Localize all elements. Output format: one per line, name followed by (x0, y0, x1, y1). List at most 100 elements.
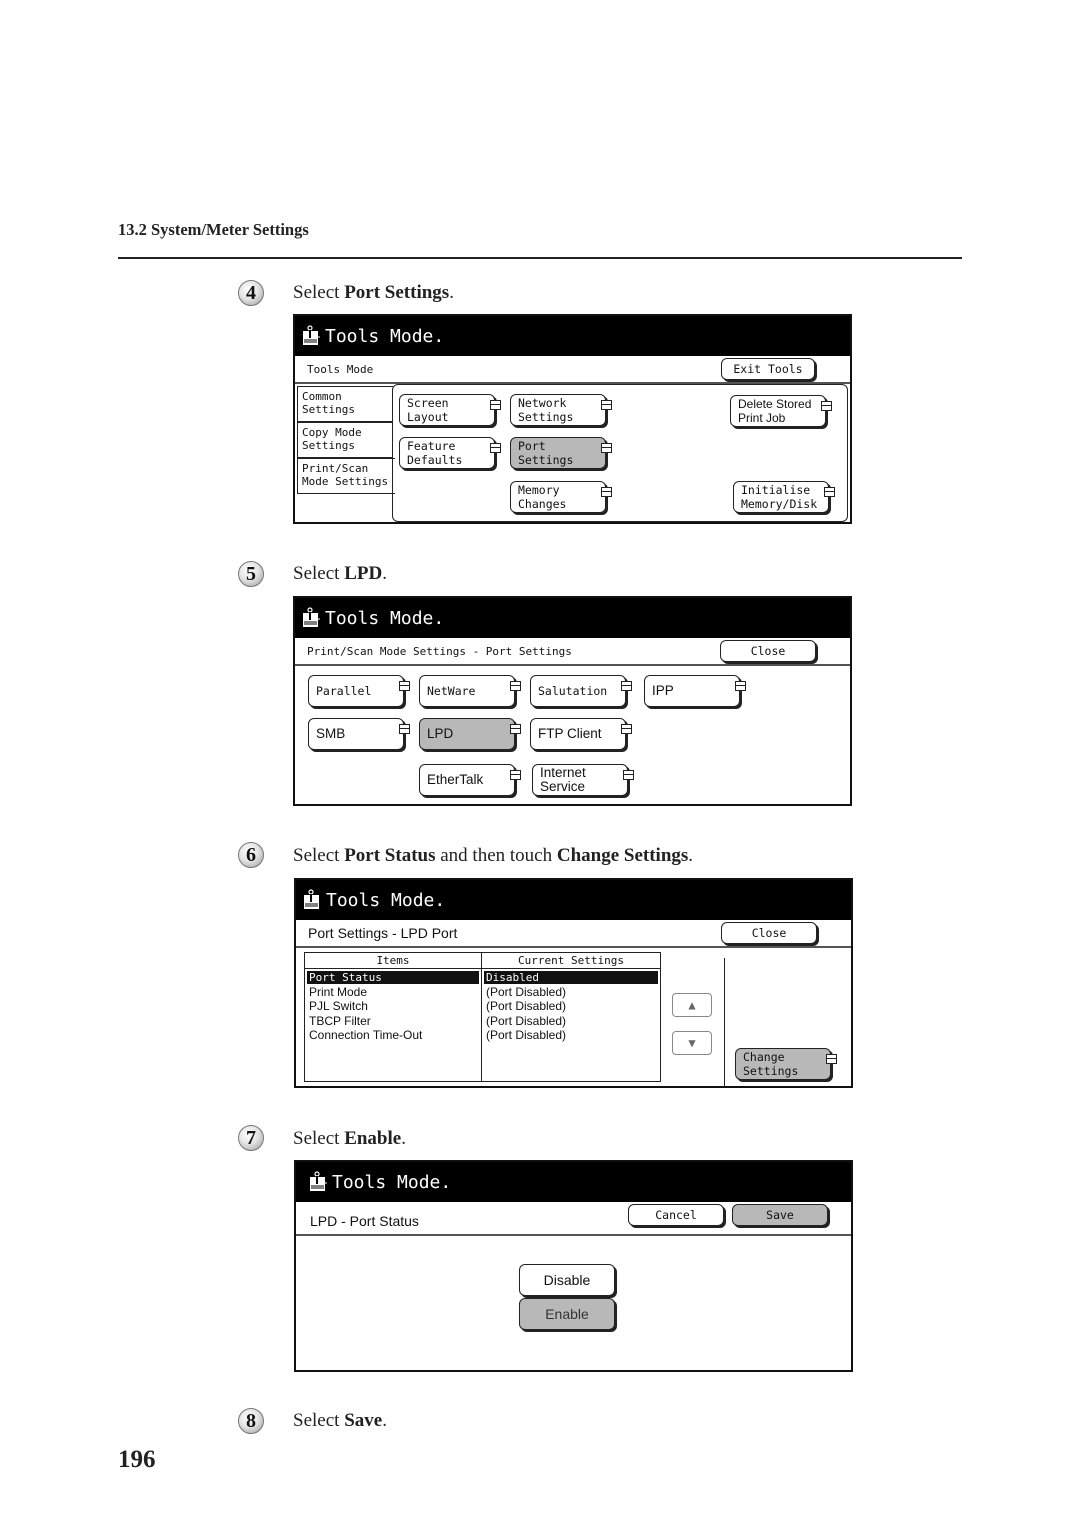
submenu-tab-icon (623, 770, 634, 780)
port-settings-button[interactable]: Port Settings (510, 437, 612, 469)
submenu-tab-icon (821, 401, 832, 411)
step-number-badge: 7 (238, 1125, 264, 1151)
table-row-value[interactable]: (Port Disabled) (484, 1029, 658, 1042)
tools-key-icon (301, 325, 321, 347)
column-header-current-settings: Current Settings (518, 954, 624, 967)
tools-mode-screen-3: Tools Mode. Port Settings - LPD Port Clo… (294, 878, 853, 1088)
disable-option-button[interactable]: Disable (519, 1264, 615, 1296)
button-label: Salutation (538, 684, 608, 698)
step-text: . (382, 1410, 387, 1431)
step-instruction: Select Save. (293, 1410, 387, 1432)
step-text: Select (293, 1128, 345, 1149)
button-label: Print Job (738, 411, 786, 425)
submenu-tab-icon (399, 681, 410, 691)
screen-title: Tools Mode. (326, 889, 446, 911)
screen-titlebar: Tools Mode. (295, 598, 850, 638)
step-bold-text: Enable (344, 1128, 402, 1149)
button-label: Port (518, 439, 546, 453)
table-row-value[interactable]: (Port Disabled) (484, 1000, 658, 1013)
button-label: Delete Stored (738, 397, 812, 411)
ipp-port-button[interactable]: IPP (644, 675, 746, 707)
tools-key-icon (302, 889, 322, 911)
table-row-item[interactable]: Port Status (307, 971, 479, 984)
submenu-tab-icon (601, 443, 612, 453)
button-label: EtherTalk (427, 772, 484, 787)
netware-port-button[interactable]: NetWare (419, 675, 521, 707)
table-row-value[interactable]: (Port Disabled) (484, 985, 658, 999)
tab-common-settings[interactable]: Common Settings (297, 386, 393, 422)
button-label: Defaults (407, 453, 463, 467)
screen-title: Tools Mode. (325, 325, 445, 347)
feature-defaults-button[interactable]: Feature Defaults (399, 437, 501, 469)
tab-label: Copy Mode (302, 426, 362, 439)
screen-layout-button[interactable]: Screen Layout (399, 394, 501, 426)
close-button[interactable]: Close (720, 640, 816, 662)
button-label: Initialise (741, 483, 811, 497)
tab-label: Mode Settings (302, 475, 389, 488)
step-number-badge: 6 (238, 842, 264, 868)
step-bold-text: Save (344, 1410, 383, 1431)
step-instruction: Select Port Status and then touch Change… (293, 845, 693, 867)
button-label: Change (743, 1050, 785, 1064)
save-button[interactable]: Save (732, 1204, 828, 1226)
button-label: Feature (407, 439, 456, 453)
delete-stored-print-job-button[interactable]: Delete Stored Print Job (730, 395, 832, 427)
button-label: Settings (518, 453, 574, 467)
step-text: . (382, 563, 387, 584)
screen-titlebar: Tools Mode. (295, 316, 850, 356)
smb-port-button[interactable]: SMB (308, 718, 410, 750)
table-row-value[interactable]: (Port Disabled) (484, 1014, 658, 1028)
ftp-client-port-button[interactable]: FTP Client (530, 718, 632, 750)
step-bold-text: Port Status (344, 845, 436, 866)
tools-mode-screen-4: Tools Mode. LPD - Port Status Cancel Sav… (294, 1160, 853, 1372)
button-label: Network (518, 396, 567, 410)
tools-mode-screen-1: Tools Mode. Tools Mode Exit Tools Common… (293, 314, 852, 524)
step-bold-text: Change Settings (556, 845, 689, 866)
step-text: Select (293, 282, 345, 303)
port-settings-table: Items Current Settings Port Status Disabl… (304, 952, 661, 1082)
step-text: and then touch (435, 845, 557, 866)
table-row-item[interactable]: TBCP Filter (307, 1014, 479, 1028)
vertical-divider (724, 958, 726, 1086)
scroll-down-button[interactable]: ▼ (672, 1031, 712, 1055)
network-settings-button[interactable]: Network Settings (510, 394, 612, 426)
tools-mode-screen-2: Tools Mode. Print/Scan Mode Settings - P… (293, 596, 852, 806)
button-label: SMB (316, 726, 346, 741)
tab-print-scan-mode-settings[interactable]: Print/Scan Mode Settings (297, 458, 395, 494)
submenu-tab-icon (826, 1054, 837, 1064)
cancel-button[interactable]: Cancel (628, 1204, 724, 1226)
submenu-tab-icon (824, 487, 835, 497)
step-number-badge: 8 (238, 1408, 264, 1434)
button-label: Parallel (316, 684, 372, 698)
step-number-badge: 4 (238, 280, 264, 306)
table-row-item[interactable]: Print Mode (307, 985, 479, 999)
submenu-tab-icon (621, 681, 632, 691)
table-row-item[interactable]: PJL Switch (307, 1000, 479, 1013)
exit-tools-button[interactable]: Exit Tools (721, 358, 815, 380)
column-divider (481, 953, 483, 1081)
page-number: 196 (118, 1446, 156, 1473)
button-label: Internet (540, 765, 586, 780)
parallel-port-button[interactable]: Parallel (308, 675, 410, 707)
step-text: . (401, 1128, 406, 1149)
submenu-tab-icon (621, 724, 632, 734)
lpd-port-button[interactable]: LPD (419, 718, 521, 750)
enable-option-button[interactable]: Enable (519, 1298, 615, 1330)
memory-changes-button[interactable]: Memory Changes (510, 481, 612, 513)
internet-service-port-button[interactable]: Internet Service (532, 764, 634, 796)
scroll-up-button[interactable]: ▲ (672, 993, 712, 1017)
close-button[interactable]: Close (721, 922, 817, 944)
table-row-item[interactable]: Connection Time-Out (307, 1029, 479, 1042)
table-row-value[interactable]: Disabled (484, 971, 658, 984)
button-label: Screen Layout (407, 396, 449, 424)
button-label: LPD (427, 726, 454, 741)
change-settings-button[interactable]: Change Settings (735, 1048, 837, 1080)
initialise-memory-disk-button[interactable]: Initialise Memory/Disk (733, 481, 835, 513)
salutation-port-button[interactable]: Salutation (530, 675, 632, 707)
submenu-tab-icon (490, 443, 501, 453)
step-instruction: Select Port Settings. (293, 282, 454, 304)
ethertalk-port-button[interactable]: EtherTalk (419, 764, 521, 796)
button-label: Memory (518, 483, 560, 497)
header-divider (305, 968, 660, 970)
tab-copy-mode-settings[interactable]: Copy Mode Settings (297, 422, 393, 458)
